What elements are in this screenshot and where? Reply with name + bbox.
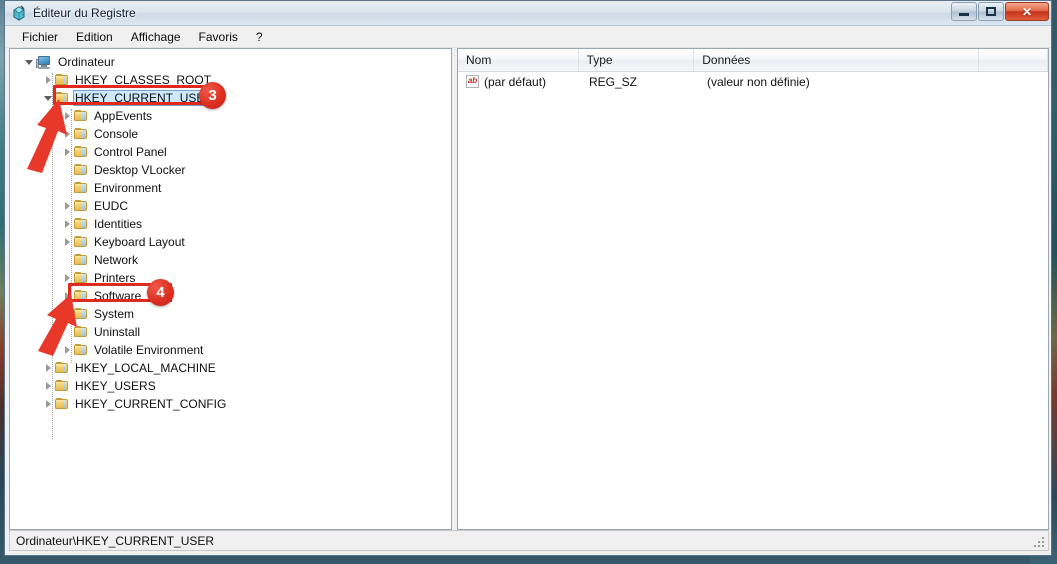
tree-item-label: Keyboard Layout xyxy=(94,235,185,249)
tree-item-label: Network xyxy=(94,253,139,267)
folder-icon xyxy=(55,362,69,374)
tree-item-hkey-local-machine[interactable]: HKEY_LOCAL_MACHINE xyxy=(10,359,451,377)
list-row[interactable]: ab (par défaut) REG_SZ (valeur non définie) xyxy=(458,72,1048,91)
minimize-button[interactable] xyxy=(951,2,977,21)
title-bar: Éditeur du Registre ✕ xyxy=(5,1,1051,26)
registry-editor-window: Éditeur du Registre ✕ Fichier Edition Af… xyxy=(4,0,1052,556)
tree-item-keyboard-layout[interactable]: Keyboard Layout xyxy=(10,233,451,251)
folder-icon xyxy=(74,164,88,176)
menu-bar: Fichier Edition Affichage Favoris ? xyxy=(5,26,1051,48)
list-header: Nom Type Données xyxy=(458,49,1048,72)
annotation-badge-3: 3 xyxy=(199,82,226,109)
column-header-nom[interactable]: Nom xyxy=(458,49,579,71)
registry-values-pane[interactable]: Nom Type Données ab (par défaut) REG_SZ (vale… xyxy=(457,48,1049,530)
tree-item-control-panel[interactable]: Control Panel xyxy=(10,143,451,161)
menu-fichier[interactable]: Fichier xyxy=(13,28,67,46)
tree-item-network[interactable]: Network xyxy=(10,251,451,269)
tree-item-appevents[interactable]: AppEvents xyxy=(10,107,451,125)
tree-item-label: System xyxy=(94,307,135,321)
column-header-donn-es[interactable]: Données xyxy=(694,49,980,71)
close-button[interactable]: ✕ xyxy=(1005,2,1049,21)
tree-item-label: Console xyxy=(94,127,139,141)
folder-icon xyxy=(74,254,88,266)
folder-icon xyxy=(74,182,88,194)
tree-item-label: Environment xyxy=(94,181,162,195)
menu-favoris[interactable]: Favoris xyxy=(190,28,247,46)
tree-item-label: HKEY_LOCAL_MACHINE xyxy=(75,361,216,375)
tree-item-label: AppEvents xyxy=(94,109,153,123)
resize-grip[interactable] xyxy=(1032,535,1046,549)
computer-icon xyxy=(36,55,52,69)
value-name: (par défaut) xyxy=(484,74,547,89)
window-title: Éditeur du Registre xyxy=(33,6,136,20)
status-bar: Ordinateur\HKEY_CURRENT_USER xyxy=(9,530,1049,551)
tree-item-label: Volatile Environment xyxy=(94,343,204,357)
folder-icon xyxy=(74,110,88,122)
tree-item-label: HKEY_USERS xyxy=(75,379,156,393)
restore-button[interactable] xyxy=(978,2,1004,21)
tree-item-label: Uninstall xyxy=(94,325,141,339)
tree-item-label: EUDC xyxy=(94,199,129,213)
folder-icon xyxy=(74,218,88,230)
column-header-type[interactable]: Type xyxy=(579,49,695,71)
close-icon: ✕ xyxy=(1021,4,1033,19)
folder-icon xyxy=(74,128,88,140)
registry-tree: Ordinateur HKEY_CLASSES_ROOT HKEY_CURRENT_… xyxy=(10,53,451,439)
value-type: REG_SZ xyxy=(589,74,638,89)
status-path: Ordinateur\HKEY_CURRENT_USER xyxy=(16,533,215,548)
annotation-arrow-1 xyxy=(15,97,71,175)
annotation-badge-4: 4 xyxy=(147,279,174,306)
value-data: (valeur non définie) xyxy=(707,74,810,89)
tree-item-desktop-vlocker[interactable]: Desktop VLocker xyxy=(10,161,451,179)
tree-item-identities[interactable]: Identities xyxy=(10,215,451,233)
chevron-open-icon[interactable] xyxy=(24,57,35,68)
folder-icon xyxy=(55,380,69,392)
tree-item-console[interactable]: Console xyxy=(10,125,451,143)
window-controls: ✕ xyxy=(951,2,1049,21)
regedit-icon xyxy=(11,5,27,21)
tree-item-environment[interactable]: Environment xyxy=(10,179,451,197)
tree-item-label: Desktop VLocker xyxy=(94,163,186,177)
tree-item-eudc[interactable]: EUDC xyxy=(10,197,451,215)
string-value-icon: ab xyxy=(466,75,479,88)
menu-affichage[interactable]: Affichage xyxy=(122,28,190,46)
tree-item-label: HKEY_CURRENT_CONFIG xyxy=(75,397,227,411)
folder-icon xyxy=(74,146,88,158)
tree-item-ordinateur[interactable]: Ordinateur xyxy=(10,53,451,71)
list-rows: ab (par défaut) REG_SZ (valeur non définie) xyxy=(458,72,1048,91)
tree-item-label: Control Panel xyxy=(94,145,167,159)
tree-item-hkey-users[interactable]: HKEY_USERS xyxy=(10,377,451,395)
folder-icon xyxy=(74,236,88,248)
tree-item-label: Ordinateur xyxy=(58,55,115,69)
menu-aide[interactable]: ? xyxy=(247,28,272,46)
annotation-arrow-2 xyxy=(25,293,81,357)
folder-icon xyxy=(74,200,88,212)
column-header-blank[interactable] xyxy=(979,49,1048,71)
menu-edition[interactable]: Edition xyxy=(67,28,122,46)
tree-item-hkey-current-config[interactable]: HKEY_CURRENT_CONFIG xyxy=(10,395,451,413)
folder-icon xyxy=(55,398,69,410)
highlight-rect-hkcu xyxy=(53,85,205,105)
tree-item-label: Identities xyxy=(94,217,143,231)
value-name-cell: ab (par défaut) xyxy=(458,75,581,89)
